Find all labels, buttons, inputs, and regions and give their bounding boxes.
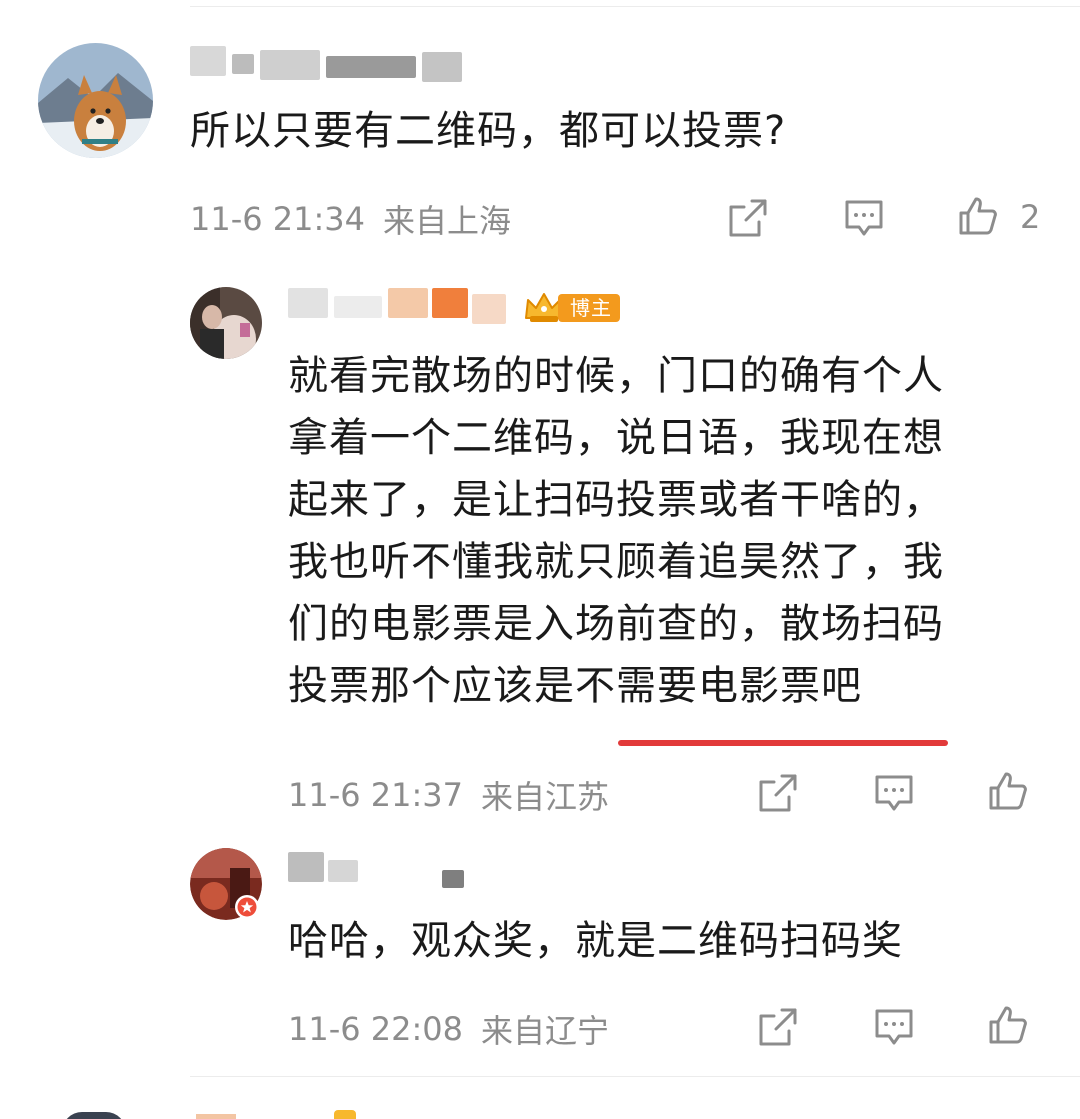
like-count: 2	[1020, 198, 1041, 236]
comment-meta: 11-6 21:34 来自上海	[190, 196, 511, 242]
avatar[interactable]	[190, 287, 262, 359]
comment-icon[interactable]	[872, 1005, 916, 1049]
avatar[interactable]	[190, 848, 262, 920]
divider	[190, 6, 1080, 7]
username-redacted[interactable]	[288, 852, 468, 888]
highlight-underline	[618, 740, 948, 746]
comment-text: 哈哈，观众奖，就是二维码扫码奖	[288, 918, 903, 964]
divider	[190, 1076, 1080, 1077]
username-redacted	[196, 1114, 236, 1119]
share-icon[interactable]	[726, 196, 770, 240]
thumbs-up-icon[interactable]	[956, 194, 1000, 238]
timestamp: 11-6 21:37	[288, 776, 464, 814]
location: 来自江苏	[481, 778, 610, 816]
share-icon[interactable]	[756, 771, 800, 815]
thumbs-up-icon[interactable]	[986, 769, 1030, 813]
username-redacted[interactable]	[288, 288, 510, 324]
badge-label: 博主	[558, 294, 620, 322]
next-comment-partial	[0, 1108, 1080, 1119]
location: 来自上海	[383, 202, 512, 240]
username-redacted[interactable]	[190, 46, 470, 82]
comment-meta: 11-6 21:37 来自江苏	[288, 772, 609, 818]
comment-icon[interactable]	[872, 771, 916, 815]
comment-text: 所以只要有二维码，都可以投票?	[190, 108, 787, 154]
comment-meta: 11-6 22:08 来自辽宁	[288, 1006, 609, 1052]
timestamp: 11-6 21:34	[190, 200, 366, 238]
thumbs-up-icon[interactable]	[986, 1003, 1030, 1047]
share-icon[interactable]	[756, 1005, 800, 1049]
avatar[interactable]	[38, 43, 153, 158]
avatar[interactable]	[62, 1112, 126, 1119]
timestamp: 11-6 22:08	[288, 1010, 464, 1048]
comment-thread: 所以只要有二维码，都可以投票? 11-6 21:34 来自上海 2 博主 就看完…	[0, 0, 1080, 1119]
comment-text: 就看完散场的时候，门口的确有个人 拿着一个二维码，说日语，我现在想 起来了，是让…	[288, 353, 944, 709]
blogger-badge: 博主	[522, 290, 620, 326]
location: 来自辽宁	[481, 1012, 610, 1050]
crown-badge-icon	[334, 1110, 356, 1119]
verified-badge-icon	[235, 895, 259, 919]
comment-icon[interactable]	[842, 196, 886, 240]
